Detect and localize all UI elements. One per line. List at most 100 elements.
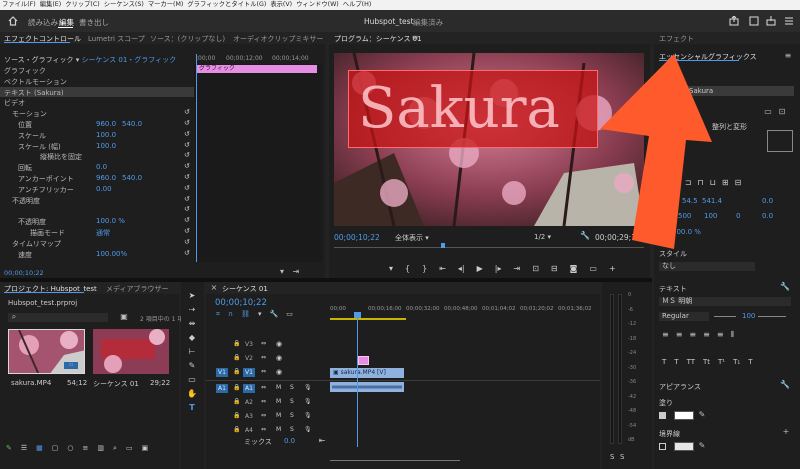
effect-row[interactable]: 縦横比を固定 ↺	[0, 151, 194, 161]
wrench-icon[interactable]: 🔧	[580, 232, 590, 240]
effect-row[interactable]: 不透明度 100.0 % ↺	[0, 216, 194, 226]
fullscreen-icon[interactable]	[749, 16, 759, 26]
reset-icon[interactable]: ↺	[184, 238, 190, 246]
track-select-tool-icon[interactable]: ⇢	[185, 305, 199, 314]
delete-layer-icon[interactable]: ⊡	[778, 108, 786, 116]
tab-program[interactable]: プログラム：シーケンス 01	[334, 34, 422, 44]
tab-lumetri-scopes[interactable]: Lumetri スコープ	[88, 34, 145, 44]
share-icon[interactable]	[729, 15, 739, 26]
reset-icon[interactable]: ↺	[184, 205, 190, 213]
microphone-icon[interactable]: 🎙	[304, 384, 312, 391]
filter-icon[interactable]: ▾	[278, 268, 286, 276]
mute-button[interactable]: M	[276, 398, 281, 405]
menu-item[interactable]: 編集(E)	[40, 1, 62, 9]
sync-lock-icon[interactable]: ⇔	[261, 354, 266, 361]
lock-icon[interactable]: 🔒	[233, 398, 240, 405]
graphic-clip[interactable]	[358, 356, 369, 365]
effect-row-value[interactable]: 通常	[96, 228, 110, 238]
scrubber-head[interactable]	[441, 243, 445, 248]
track-label[interactable]: A3	[243, 412, 255, 421]
find-icon[interactable]: ⌕	[113, 444, 117, 453]
small-caps-icon[interactable]: Tt	[703, 358, 710, 366]
font-select[interactable]: ＭＳ 明朝	[659, 297, 791, 306]
reset-icon[interactable]: ↺	[184, 130, 190, 138]
sync-lock-icon[interactable]: ⇔	[261, 368, 266, 375]
font-style-select[interactable]: Regular	[659, 312, 709, 321]
faux-italic-icon[interactable]: T	[674, 358, 678, 366]
reset-icon[interactable]: ↺	[184, 162, 190, 170]
effect-row[interactable]: ビデオ	[0, 97, 194, 107]
underline-icon[interactable]: T	[748, 358, 752, 366]
effect-row[interactable]: ↺	[0, 205, 194, 215]
track-label[interactable]: V2	[243, 354, 255, 363]
effect-row[interactable]: グラフィック	[0, 65, 194, 75]
menu-item[interactable]: ウィンドウ(W)	[296, 1, 339, 9]
zoom-select[interactable]: 全体表示 ▾	[395, 233, 429, 243]
captions-icon[interactable]: ▭	[286, 310, 293, 319]
in-point-icon[interactable]: {	[405, 264, 410, 274]
tab-source[interactable]: ソース：(クリップなし)	[150, 34, 225, 44]
go-to-in-icon[interactable]: ⇤	[439, 264, 446, 274]
fill-eyedropper-icon[interactable]: ✎	[698, 411, 706, 419]
project-item-sequence[interactable]	[93, 329, 169, 374]
anchor-value[interactable]: 0.0	[762, 197, 773, 205]
workspaces-icon[interactable]	[784, 16, 794, 26]
track-label[interactable]: A4	[243, 426, 255, 435]
settings-wrench-icon[interactable]: 🔧	[269, 310, 278, 319]
rotation-value[interactable]: 0.0	[762, 212, 773, 220]
timeline-timecode[interactable]: 00;00;10;22	[215, 298, 267, 308]
lock-icon[interactable]: 🔒	[233, 340, 240, 347]
align-text-left-icon[interactable]: ≡	[662, 330, 669, 340]
menu-item[interactable]: グラフィックとタイトル(G)	[187, 1, 266, 9]
linked-icon[interactable]: ⛓	[241, 310, 250, 319]
reset-icon[interactable]: ↺	[184, 173, 190, 181]
effect-row-value[interactable]: 100.0 %	[96, 217, 125, 225]
menu-item[interactable]: ファイル(F)	[2, 1, 36, 9]
microphone-icon[interactable]: 🎙	[304, 412, 312, 419]
lift-icon[interactable]: ⊡	[532, 264, 539, 274]
solo-button[interactable]: S	[290, 412, 294, 419]
font-size-slider-2[interactable]	[758, 316, 786, 317]
eye-icon[interactable]: ◉	[276, 368, 282, 376]
sakura-title-text[interactable]: Sakura	[358, 69, 560, 149]
align-text-center-icon[interactable]: ≡	[676, 330, 683, 340]
export-frame-icon[interactable]: ⇥	[292, 268, 300, 276]
effect-row-value[interactable]: 100.0	[96, 142, 116, 150]
close-tab-icon[interactable]: ×	[210, 284, 218, 292]
faux-bold-icon[interactable]: T	[662, 358, 666, 366]
menu-item[interactable]: シーケンス(S)	[104, 1, 144, 9]
font-size-slider[interactable]	[714, 316, 736, 317]
add-button-icon[interactable]: +	[609, 264, 616, 274]
timeline-playhead[interactable]	[357, 312, 358, 447]
mute-button[interactable]: M	[276, 426, 281, 433]
sync-lock-icon[interactable]: ⇔	[261, 412, 266, 419]
slip-tool-icon[interactable]: ⊢	[185, 347, 199, 356]
trash-icon[interactable]: ▣	[142, 444, 149, 453]
lock-icon[interactable]: 🔒	[233, 412, 240, 419]
program-timecode[interactable]: 00;00;10;22	[334, 233, 380, 242]
solo-left[interactable]: S	[610, 453, 614, 461]
camera-icon[interactable]: ◙	[570, 264, 578, 274]
track-label[interactable]: A2	[243, 398, 255, 407]
sync-lock-icon[interactable]: ⇔	[261, 384, 266, 391]
menu-item[interactable]: マーカー(M)	[148, 1, 184, 9]
eg-menu-icon[interactable]: ≡	[784, 52, 792, 60]
add-stroke-icon[interactable]: +	[782, 428, 790, 436]
effect-row-value-2[interactable]: 540.0	[122, 174, 142, 182]
home-icon[interactable]	[8, 16, 18, 26]
reset-icon[interactable]: ↺	[184, 108, 190, 116]
project-search[interactable]	[8, 313, 108, 322]
align-grid-widget[interactable]	[767, 130, 793, 152]
effect-row[interactable]: スケール (幅) 100.0 ↺	[0, 141, 194, 151]
solo-button[interactable]: S	[290, 398, 294, 405]
text-style-buttons[interactable]: T T TT Tt T¹ T₁ T	[662, 358, 753, 366]
freeform-view-icon[interactable]: ▢	[52, 444, 59, 453]
automate-icon[interactable]: ▥	[97, 444, 104, 453]
effect-row[interactable]: ベクトルモーション	[0, 76, 194, 86]
effect-row[interactable]: 不透明度 ↺	[0, 195, 194, 205]
text-wrench-icon[interactable]: 🔧	[780, 283, 790, 291]
solo-button[interactable]: S	[290, 426, 294, 433]
snap-icon[interactable]: ∩	[228, 310, 233, 319]
ripple-edit-tool-icon[interactable]: ⇹	[185, 319, 199, 328]
nest-icon[interactable]: ⌗	[216, 310, 220, 319]
